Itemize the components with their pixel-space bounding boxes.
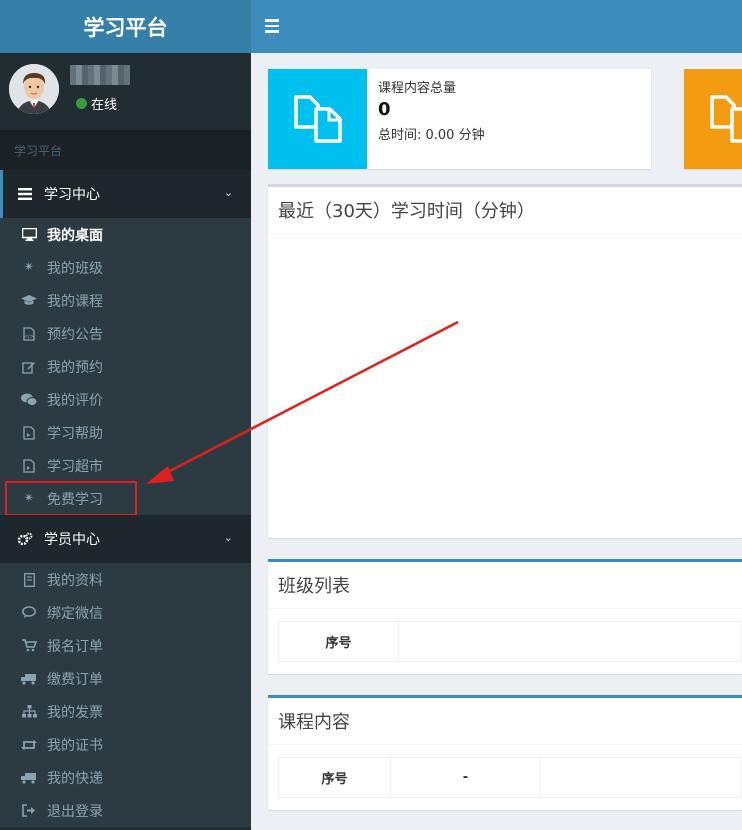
gears-icon — [16, 532, 34, 546]
sidebar-item-label: 学习超市 — [47, 458, 103, 475]
sidebar-item-label: 绑定微信 — [47, 605, 103, 622]
truck-icon — [20, 772, 38, 784]
bars-icon — [16, 188, 34, 200]
col-header-dash: - — [391, 758, 541, 797]
sidebar-item-payment-orders[interactable]: 缴费订单 — [0, 662, 251, 695]
files-icon — [684, 69, 742, 169]
study-time-title: 最近（30天）学习时间（分钟） — [268, 187, 742, 234]
study-time-panel: 最近（30天）学习时间（分钟） — [268, 184, 742, 538]
sidebar-item-study-help[interactable]: 学习帮助 — [0, 416, 251, 449]
status-label: 在线 — [91, 98, 118, 113]
menu-group-student-center[interactable]: 学员中心 ⌄ — [0, 515, 251, 563]
sidebar-item-my-profile[interactable]: 我的资料 — [0, 563, 251, 596]
sitemap-icon — [20, 705, 38, 718]
sidebar-item-my-class[interactable]: ✴ 我的班级 — [0, 251, 251, 284]
sidebar-item-study-market[interactable]: 学习超市 — [0, 449, 251, 482]
sidebar-item-my-review[interactable]: 我的评价 — [0, 383, 251, 416]
course-total-content: 课程内容总量 0 总时间: 0.00 分钟 — [378, 77, 485, 143]
file-video-icon — [20, 425, 38, 440]
sidebar-item-label: 我的评价 — [47, 392, 103, 409]
file-video-icon — [20, 458, 38, 473]
sidebar-item-signup-orders[interactable]: 报名订单 — [0, 629, 251, 662]
sidebar-item-label: 缴费订单 — [47, 671, 103, 688]
sidebar-item-label: 免费学习 — [47, 491, 103, 508]
sidebar-item-label: 我的证书 — [47, 737, 103, 754]
username-redacted — [70, 65, 130, 85]
asterisk-icon: ✴ — [23, 491, 35, 506]
course-total-card: 课程内容总量 0 总时间: 0.00 分钟 — [268, 69, 651, 169]
course-total-value: 0 — [378, 99, 391, 120]
col-header-empty — [399, 622, 741, 661]
sidebar-section-label: 学习平台 — [0, 130, 251, 170]
sidebar-item-label: 我的资料 — [47, 572, 103, 589]
total-time-text: 总时间: 0.00 分钟 — [378, 128, 485, 143]
retweet-icon — [20, 739, 38, 751]
asterisk-icon: ✴ — [23, 260, 35, 275]
file-code-icon: </> — [20, 326, 38, 341]
course-content-title: 课程内容 — [268, 698, 742, 745]
menu-group-study-center[interactable]: 学习中心 ⌄ — [0, 170, 251, 218]
col-header-empty — [541, 758, 741, 797]
menu-group-label: 学员中心 — [44, 532, 100, 548]
sidebar-item-bind-wechat[interactable]: 绑定微信 — [0, 596, 251, 629]
course-content-panel: 课程内容 序号 - — [268, 695, 742, 810]
sidebar-item-logout[interactable]: 退出登录 — [0, 794, 251, 827]
sidebar-item-label: 报名订单 — [47, 638, 103, 655]
wechat-icon — [20, 393, 38, 406]
sidebar-item-my-certificate[interactable]: 我的证书 — [0, 728, 251, 761]
study-center-submenu: 我的桌面 ✴ 我的班级 我的课程 </> 预约公告 我的预约 我的评价 学习帮助 — [0, 218, 251, 516]
course-content-table-header: 序号 - — [278, 757, 742, 798]
chevron-down-icon: ⌄ — [223, 531, 233, 544]
sign-out-icon — [20, 804, 38, 817]
comments-icon — [20, 606, 38, 619]
sidebar-item-label: 学习帮助 — [47, 425, 103, 442]
sidebar-item-my-express[interactable]: 我的快递 — [0, 761, 251, 794]
book-icon — [20, 572, 38, 587]
sidebar-item-my-booking[interactable]: 我的预约 — [0, 350, 251, 383]
truck-icon — [20, 673, 38, 685]
student-center-submenu: 我的资料 绑定微信 报名订单 缴费订单 我的发票 我的证书 我的快递 退出登录 — [0, 563, 251, 827]
sidebar-item-label: 我的桌面 — [47, 227, 103, 244]
top-navbar — [251, 0, 742, 53]
col-header-index: 序号 — [279, 622, 399, 661]
sidebar-item-label: 我的快递 — [47, 770, 103, 787]
chevron-down-icon: ⌄ — [223, 186, 233, 199]
sidebar-item-label: 我的预约 — [47, 359, 103, 376]
sidebar-toggle-icon[interactable] — [265, 14, 283, 38]
sidebar-item-label: 我的发票 — [47, 704, 103, 721]
svg-text:</>: </> — [24, 334, 34, 340]
graduation-cap-icon — [20, 295, 38, 306]
online-status: 在线 — [76, 94, 117, 113]
class-list-title: 班级列表 — [268, 562, 742, 609]
sidebar-item-label: 预约公告 — [47, 326, 103, 343]
sidebar-item-my-invoice[interactable]: 我的发票 — [0, 695, 251, 728]
sidebar-item-free-study[interactable]: ✴ 免费学习 — [5, 481, 137, 516]
class-list-panel: 班级列表 序号 — [268, 559, 742, 674]
col-header-index: 序号 — [279, 758, 391, 797]
sidebar-item-my-course[interactable]: 我的课程 — [0, 284, 251, 317]
desktop-icon — [20, 228, 38, 241]
sidebar: 在线 学习平台 学习中心 ⌄ 我的桌面 ✴ 我的班级 我的课程 </> 预约公告… — [0, 53, 251, 830]
online-dot-icon — [76, 98, 87, 109]
edit-icon — [20, 360, 38, 374]
sidebar-item-label: 我的班级 — [47, 260, 103, 277]
cart-icon — [20, 639, 38, 652]
files-icon — [268, 69, 367, 169]
sidebar-item-label: 我的课程 — [47, 293, 103, 310]
class-list-table-header: 序号 — [278, 621, 742, 662]
avatar — [9, 64, 59, 114]
course-total-label: 课程内容总量 — [378, 81, 457, 96]
sidebar-item-booking-notice[interactable]: </> 预约公告 — [0, 317, 251, 350]
user-panel: 在线 — [0, 53, 251, 130]
sidebar-item-my-desktop[interactable]: 我的桌面 — [0, 218, 251, 251]
sidebar-item-label: 退出登录 — [47, 803, 103, 820]
stat-card-2 — [684, 69, 742, 169]
app-logo-title[interactable]: 学习平台 — [0, 0, 251, 53]
menu-group-label: 学习中心 — [44, 187, 100, 203]
